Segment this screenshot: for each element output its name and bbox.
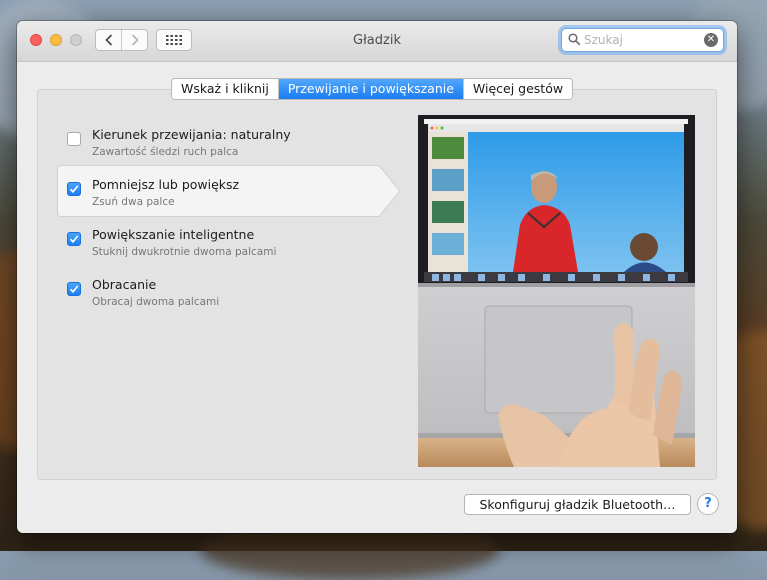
option-rotate[interactable]: Obracanie Obracaj dwoma palcami [57,272,377,318]
checkbox-rotate[interactable] [67,282,81,296]
option-description: Zawartość śledzi ruch palca [92,146,239,158]
help-button[interactable]: ? [697,493,719,515]
search-field[interactable]: ✕ [561,28,724,52]
bluetooth-trackpad-button[interactable]: Skonfiguruj gładzik Bluetooth… [464,494,691,515]
preferences-window: Gładzik ✕ Wskaż i kliknij Przewijanie i … [17,21,737,533]
option-scroll-direction[interactable]: Kierunek przewijania: naturalny Zawartoś… [57,122,377,168]
checkmark-icon [69,285,79,294]
option-label: Obracanie [92,277,157,292]
option-label: Pomniejsz lub powiększ [92,177,240,192]
option-description: Obracaj dwoma palcami [92,296,220,308]
tab-bar: Wskaż i kliknij Przewijanie i powiększan… [171,78,574,100]
checkbox-scroll-direction[interactable] [67,132,81,146]
gesture-preview-video [418,115,695,467]
search-icon [568,33,581,46]
option-label: Powiększanie inteligentne [92,227,255,242]
tab-more-gestures[interactable]: Więcej gestów [462,79,573,99]
title-bar: Gładzik ✕ [17,21,737,62]
clear-search-icon[interactable]: ✕ [704,33,718,47]
option-description: Zsuń dwa palce [92,196,175,208]
tab-point-and-click[interactable]: Wskaż i kliknij [172,79,278,99]
tab-scroll-and-zoom[interactable]: Przewijanie i powiększanie [277,79,463,99]
checkbox-smart-zoom[interactable] [67,232,81,246]
option-zoom-in-out[interactable]: Pomniejsz lub powiększ Zsuń dwa palce [57,172,377,218]
option-smart-zoom[interactable]: Powiększanie inteligentne Stuknij dwukro… [57,222,377,268]
search-input[interactable] [584,31,699,49]
checkmark-icon [69,185,79,194]
checkmark-icon [69,235,79,244]
checkbox-zoom-in-out[interactable] [67,182,81,196]
option-description: Stuknij dwukrotnie dwoma palcami [92,246,277,258]
option-label: Kierunek przewijania: naturalny [92,127,291,142]
